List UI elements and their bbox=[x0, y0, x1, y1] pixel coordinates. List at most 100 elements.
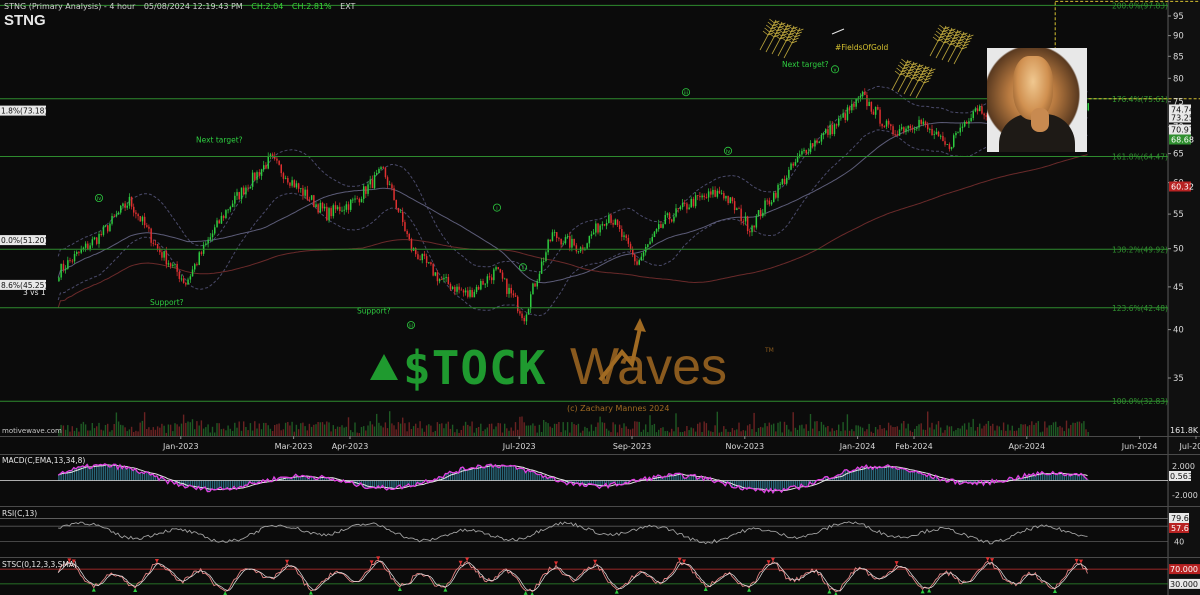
volume-bar bbox=[961, 425, 964, 436]
macd-histogram-bar bbox=[488, 464, 491, 481]
macd-histogram-bar bbox=[796, 480, 799, 488]
volume-bar bbox=[1065, 420, 1068, 436]
candle-body bbox=[851, 104, 853, 111]
volume-bar bbox=[1039, 432, 1042, 436]
candle-body bbox=[391, 184, 393, 189]
macd-histogram-bar bbox=[779, 480, 781, 491]
candle-body bbox=[534, 283, 536, 287]
volume-bar bbox=[992, 423, 994, 436]
volume-bar bbox=[601, 422, 603, 436]
volume-bar bbox=[577, 423, 580, 436]
volume-bar bbox=[321, 422, 324, 436]
macd-histogram-bar bbox=[751, 480, 753, 489]
candle-body bbox=[229, 207, 232, 210]
candle-body bbox=[838, 118, 840, 126]
volume-bar bbox=[156, 426, 159, 436]
volume-bar bbox=[864, 431, 866, 436]
candle-body bbox=[321, 202, 324, 209]
volume-bar bbox=[486, 427, 488, 436]
macd-histogram-bar bbox=[146, 471, 148, 481]
candle-body bbox=[236, 192, 238, 196]
price-tick-label: 65 bbox=[1173, 150, 1184, 160]
volume-bar bbox=[970, 427, 972, 436]
candle-body bbox=[727, 195, 729, 204]
volume-bar bbox=[445, 423, 447, 436]
candle-body bbox=[384, 167, 387, 178]
volume-bar bbox=[491, 423, 493, 436]
candle-body bbox=[740, 208, 742, 222]
volume-bar bbox=[1011, 425, 1013, 436]
candle-body bbox=[558, 237, 560, 239]
candle-body bbox=[278, 160, 280, 165]
candle-body bbox=[671, 219, 673, 222]
volume-bar bbox=[1015, 430, 1018, 436]
macd-histogram-bar bbox=[918, 472, 920, 481]
volume-bar bbox=[78, 431, 80, 436]
macd-histogram-bar bbox=[471, 467, 473, 481]
volume-bar bbox=[922, 429, 924, 436]
volume-bar bbox=[231, 430, 234, 436]
price-tick-label: 85 bbox=[1173, 52, 1184, 62]
volume-bar bbox=[651, 425, 653, 436]
candle-body bbox=[716, 190, 719, 197]
candle-body bbox=[467, 290, 469, 297]
price-tick-label: 45 bbox=[1173, 283, 1184, 293]
macd-histogram-bar bbox=[909, 471, 911, 481]
volume-bar bbox=[733, 430, 736, 436]
volume-bar bbox=[673, 431, 675, 436]
candle-body bbox=[577, 251, 580, 253]
candle-body bbox=[328, 208, 330, 221]
macd-histogram-bar bbox=[482, 467, 484, 481]
candle-body bbox=[293, 180, 296, 188]
volume-bar bbox=[822, 424, 825, 436]
volume-bar bbox=[766, 426, 768, 436]
volume-bar bbox=[205, 427, 207, 436]
candle-body bbox=[225, 210, 227, 218]
volume-bar bbox=[712, 432, 714, 436]
volume-bar bbox=[775, 431, 777, 436]
candle-body bbox=[371, 179, 374, 188]
volume-bar bbox=[519, 416, 521, 436]
volume-bar bbox=[402, 417, 404, 436]
volume-bar bbox=[742, 430, 744, 436]
volume-bar bbox=[367, 425, 369, 436]
volume-bar bbox=[1052, 422, 1055, 436]
date-tick-label: Mar-2023 bbox=[275, 442, 313, 451]
volume-bar bbox=[380, 425, 382, 436]
volume-bar bbox=[434, 430, 436, 436]
candle-body bbox=[58, 277, 60, 282]
candle-body bbox=[107, 225, 109, 232]
volume-bar bbox=[523, 422, 525, 436]
date-tick-label: Sep-2023 bbox=[613, 442, 651, 451]
volume-bar bbox=[251, 430, 254, 436]
volume-bar bbox=[953, 431, 955, 436]
volume-bar bbox=[920, 423, 922, 436]
candle-body bbox=[330, 208, 332, 217]
candle-body bbox=[864, 91, 866, 95]
macd-histogram-bar bbox=[530, 471, 532, 481]
volume-bar bbox=[356, 432, 358, 436]
volume-bar bbox=[397, 422, 400, 436]
chart-annotation: Support? bbox=[357, 307, 391, 316]
candle-body bbox=[464, 290, 467, 293]
candle-body bbox=[588, 235, 591, 244]
candle-body bbox=[794, 162, 797, 166]
volume-bar bbox=[1070, 424, 1072, 436]
candle-body bbox=[801, 151, 803, 155]
analyst-photo-hand bbox=[1031, 108, 1049, 132]
macd-histogram-bar bbox=[451, 472, 454, 481]
chart-annotation: Next target? bbox=[196, 136, 243, 145]
volume-bar bbox=[640, 431, 642, 436]
candle-body bbox=[254, 172, 256, 180]
candle-body bbox=[73, 254, 76, 262]
volume-bar bbox=[710, 431, 712, 436]
candle-body bbox=[835, 124, 838, 126]
volume-bar bbox=[154, 429, 157, 436]
candle-body bbox=[76, 252, 78, 254]
volume-bar bbox=[425, 425, 428, 436]
chart-session: EXT bbox=[340, 2, 356, 11]
volume-bar bbox=[1068, 428, 1070, 436]
candle-body bbox=[627, 237, 630, 244]
volume-bar bbox=[371, 424, 374, 436]
macd-histogram-bar bbox=[861, 466, 864, 481]
